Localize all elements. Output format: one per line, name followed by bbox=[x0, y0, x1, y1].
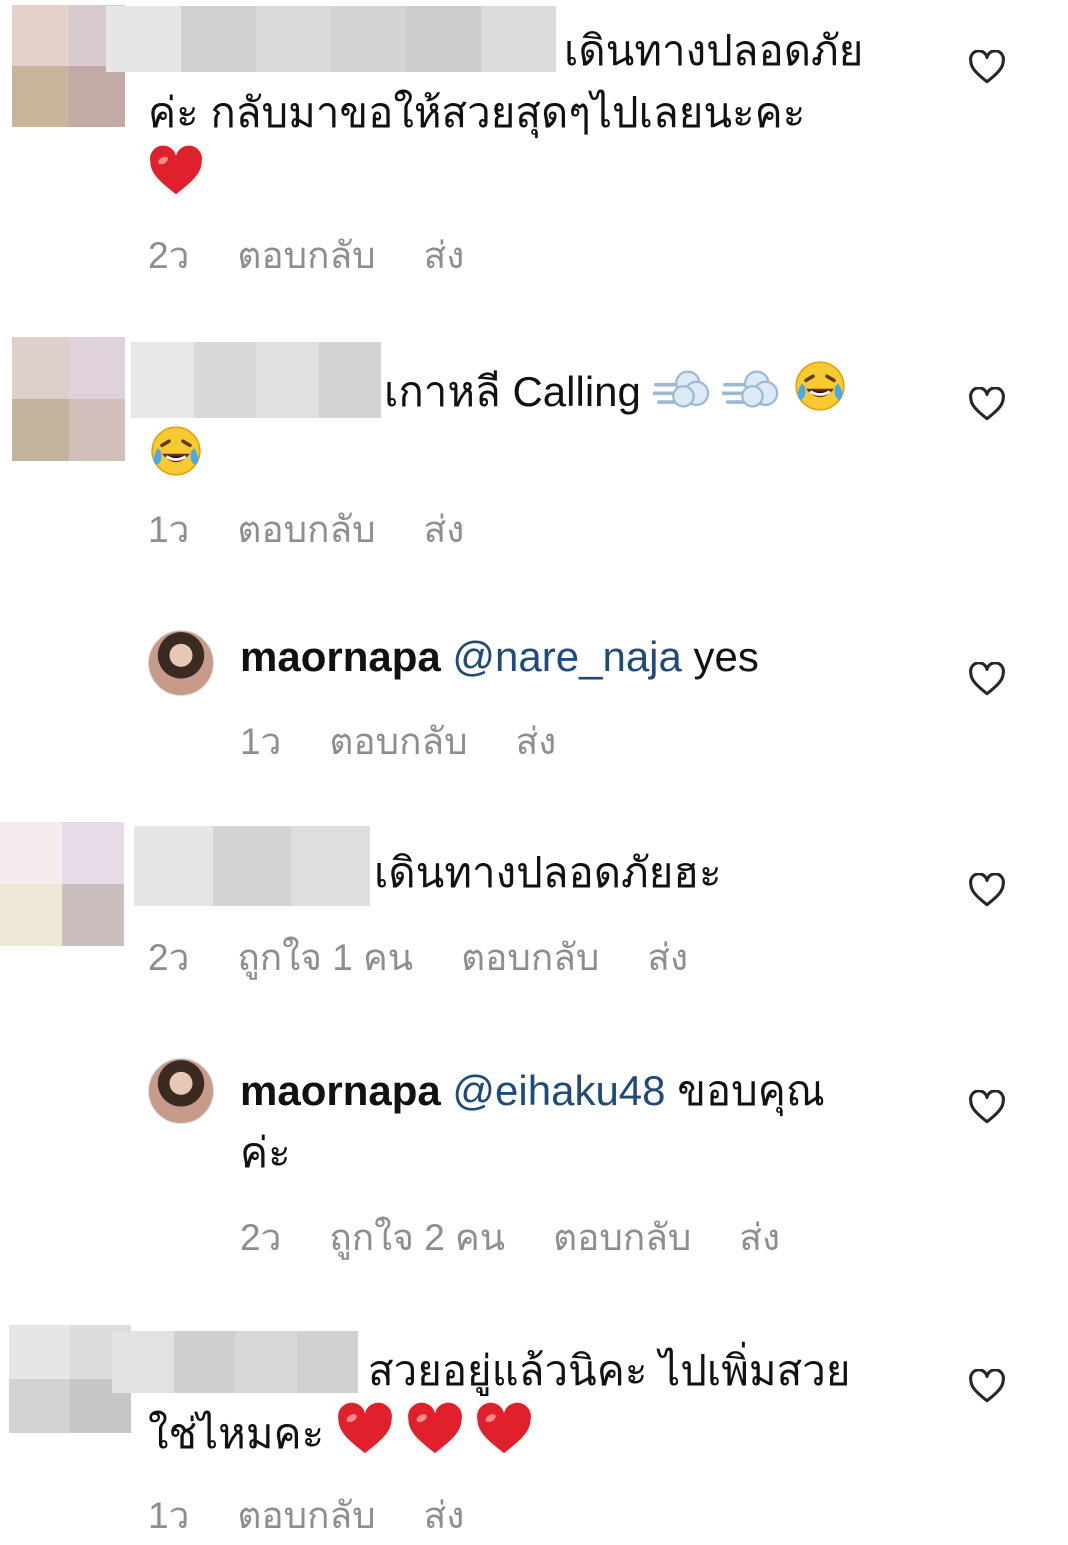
likes-count[interactable]: ถูกใจ 2 คน bbox=[329, 1208, 505, 1267]
mention-link[interactable]: @eihaku48 bbox=[452, 1067, 665, 1114]
comment-text-line: เดินทางปลอดภัยฮะ bbox=[374, 849, 722, 896]
send-button[interactable]: ส่ง bbox=[647, 928, 688, 987]
username-redacted[interactable] bbox=[134, 826, 371, 906]
red-heart-emoji bbox=[406, 1402, 464, 1456]
comment-time: 2ว bbox=[148, 937, 190, 978]
send-button[interactable]: ส่ง bbox=[424, 1486, 465, 1545]
username[interactable]: maornapa bbox=[240, 633, 441, 680]
comment-text: สวยอยู่แล้วนิคะ ไปเพิ่มสวย ใช่ไหมคะ bbox=[148, 1340, 938, 1465]
comment-time: 1ว bbox=[148, 1495, 190, 1536]
reply-button[interactable]: ตอบกลับ bbox=[237, 226, 375, 285]
send-button[interactable]: ส่ง bbox=[739, 1208, 780, 1267]
comment-meta: 2ว ถูกใจ 1 คน ตอบกลับ ส่ง bbox=[148, 928, 736, 987]
avatar-redacted[interactable] bbox=[12, 337, 125, 461]
reply-button[interactable]: ตอบกลับ bbox=[329, 712, 467, 771]
reply-button[interactable]: ตอบกลับ bbox=[237, 500, 375, 559]
comment-meta: 1ว ตอบกลับ ส่ง bbox=[148, 1486, 512, 1545]
send-button[interactable]: ส่ง bbox=[424, 226, 465, 285]
comment-meta: 2ว ถูกใจ 2 คน ตอบกลับ ส่ง bbox=[240, 1208, 828, 1267]
comment-meta: 1ว ตอบกลับ ส่ง bbox=[148, 500, 512, 559]
like-heart-icon[interactable] bbox=[968, 1090, 1006, 1124]
comment-text-line: yes bbox=[693, 633, 759, 680]
reply-button[interactable]: ตอบกลับ bbox=[237, 1486, 375, 1545]
avatar[interactable] bbox=[148, 1058, 214, 1124]
comment-text: maornapa @nare_naja yes bbox=[240, 626, 940, 688]
like-heart-icon[interactable] bbox=[968, 873, 1006, 907]
comment-text-line: ขอบคุณ bbox=[677, 1067, 825, 1114]
like-heart-icon[interactable] bbox=[968, 662, 1006, 696]
comment-text-line: สวยอยู่แล้วนิคะ ไปเพิ่มสวย bbox=[368, 1347, 851, 1394]
comment-text-line: เดินทางปลอดภัย bbox=[564, 27, 864, 74]
comment-text-line: ค่ะ bbox=[240, 1129, 291, 1176]
red-heart-emoji bbox=[336, 1402, 394, 1456]
comment-time: 2ว bbox=[148, 235, 190, 276]
comment-text-line: ค่ะ กลับมาขอให้สวยสุดๆไปเลยนะคะ bbox=[148, 89, 806, 136]
comment-time: 1ว bbox=[240, 721, 282, 762]
comment-time: 2ว bbox=[240, 1217, 282, 1258]
comment-text: เกาหลี Calling bbox=[148, 358, 928, 488]
dash-emoji bbox=[722, 364, 780, 414]
mention-link[interactable]: @nare_naja bbox=[452, 633, 681, 680]
comment-text: เดินทางปลอดภัย ค่ะ กลับมาขอให้สวยสุดๆไปเ… bbox=[148, 20, 928, 206]
comment-time: 1ว bbox=[148, 509, 190, 550]
comment-text: เดินทางปลอดภัยฮะ bbox=[374, 842, 934, 904]
reply-button[interactable]: ตอบกลับ bbox=[553, 1208, 691, 1267]
red-heart-emoji bbox=[148, 145, 204, 197]
reply-button[interactable]: ตอบกลับ bbox=[461, 928, 599, 987]
like-heart-icon[interactable] bbox=[968, 387, 1006, 421]
dash-emoji bbox=[653, 364, 711, 414]
avatar-redacted[interactable] bbox=[0, 822, 124, 946]
comment-text-line: ใช่ไหมคะ bbox=[148, 1410, 325, 1457]
comment-text: maornapa @eihaku48 ขอบคุณ ค่ะ bbox=[240, 1060, 940, 1184]
red-heart-emoji bbox=[475, 1402, 533, 1456]
like-heart-icon[interactable] bbox=[968, 1369, 1006, 1403]
send-button[interactable]: ส่ง bbox=[516, 712, 557, 771]
avatar[interactable] bbox=[148, 630, 214, 696]
tears-of-joy-emoji bbox=[792, 358, 848, 414]
like-heart-icon[interactable] bbox=[968, 50, 1006, 84]
comment-meta: 2ว ตอบกลับ ส่ง bbox=[148, 226, 512, 285]
tears-of-joy-emoji bbox=[148, 423, 204, 479]
comment-meta: 1ว ตอบกลับ ส่ง bbox=[240, 712, 604, 771]
comment-text-line: เกาหลี Calling bbox=[384, 368, 641, 415]
likes-count[interactable]: ถูกใจ 1 คน bbox=[237, 928, 413, 987]
send-button[interactable]: ส่ง bbox=[424, 500, 465, 559]
username[interactable]: maornapa bbox=[240, 1067, 441, 1114]
